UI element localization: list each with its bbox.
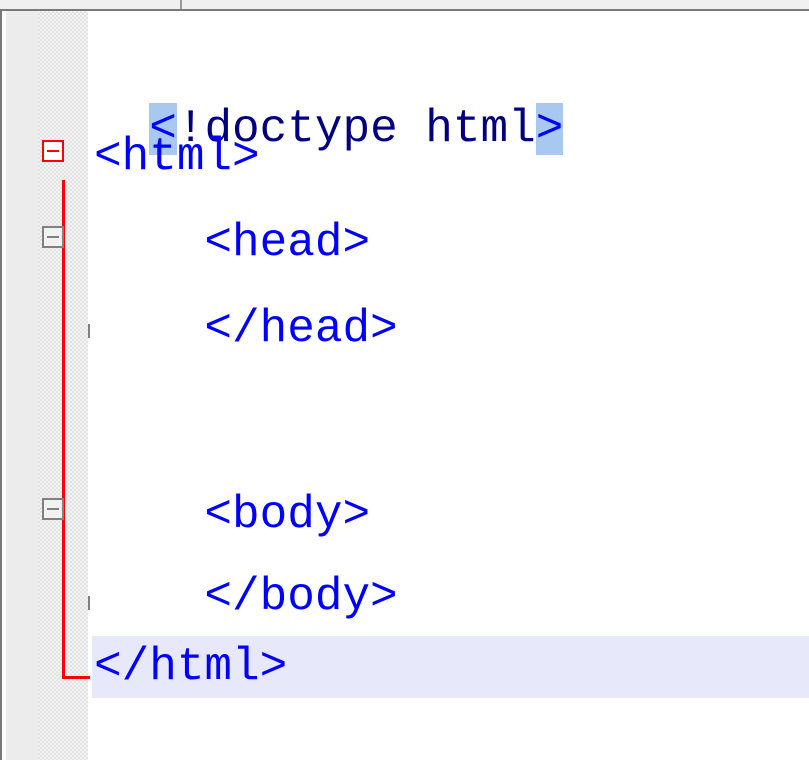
code-line-doctype[interactable]: <!doctype html>	[94, 42, 564, 155]
editor-left-border	[0, 9, 2, 760]
code-line-html-open[interactable]: <html>	[94, 128, 260, 186]
fold-tree-line	[62, 180, 65, 678]
fold-toggle-head-icon[interactable]	[42, 226, 64, 248]
ruler-tick	[180, 0, 182, 9]
fold-tree-end	[62, 676, 90, 679]
code-line-body-open[interactable]: <body>	[94, 486, 370, 544]
fold-toggle-body-icon[interactable]	[42, 498, 64, 520]
minus-icon	[47, 236, 59, 238]
fold-toggle-html-icon[interactable]	[42, 140, 64, 162]
code-line-head-open[interactable]: <head>	[94, 214, 370, 272]
fold-end-body-tick	[88, 596, 90, 610]
fold-end-head-tick	[88, 324, 90, 338]
code-line-html-close[interactable]: </html>	[94, 638, 287, 696]
line-number-margin[interactable]	[6, 11, 38, 760]
code-line-head-close[interactable]: </head>	[94, 300, 397, 358]
minus-icon	[47, 508, 59, 510]
bracket-close: >	[535, 103, 564, 155]
editor-top-border	[0, 0, 809, 11]
minus-icon	[47, 150, 59, 152]
code-line-body-close[interactable]: </body>	[94, 568, 397, 626]
